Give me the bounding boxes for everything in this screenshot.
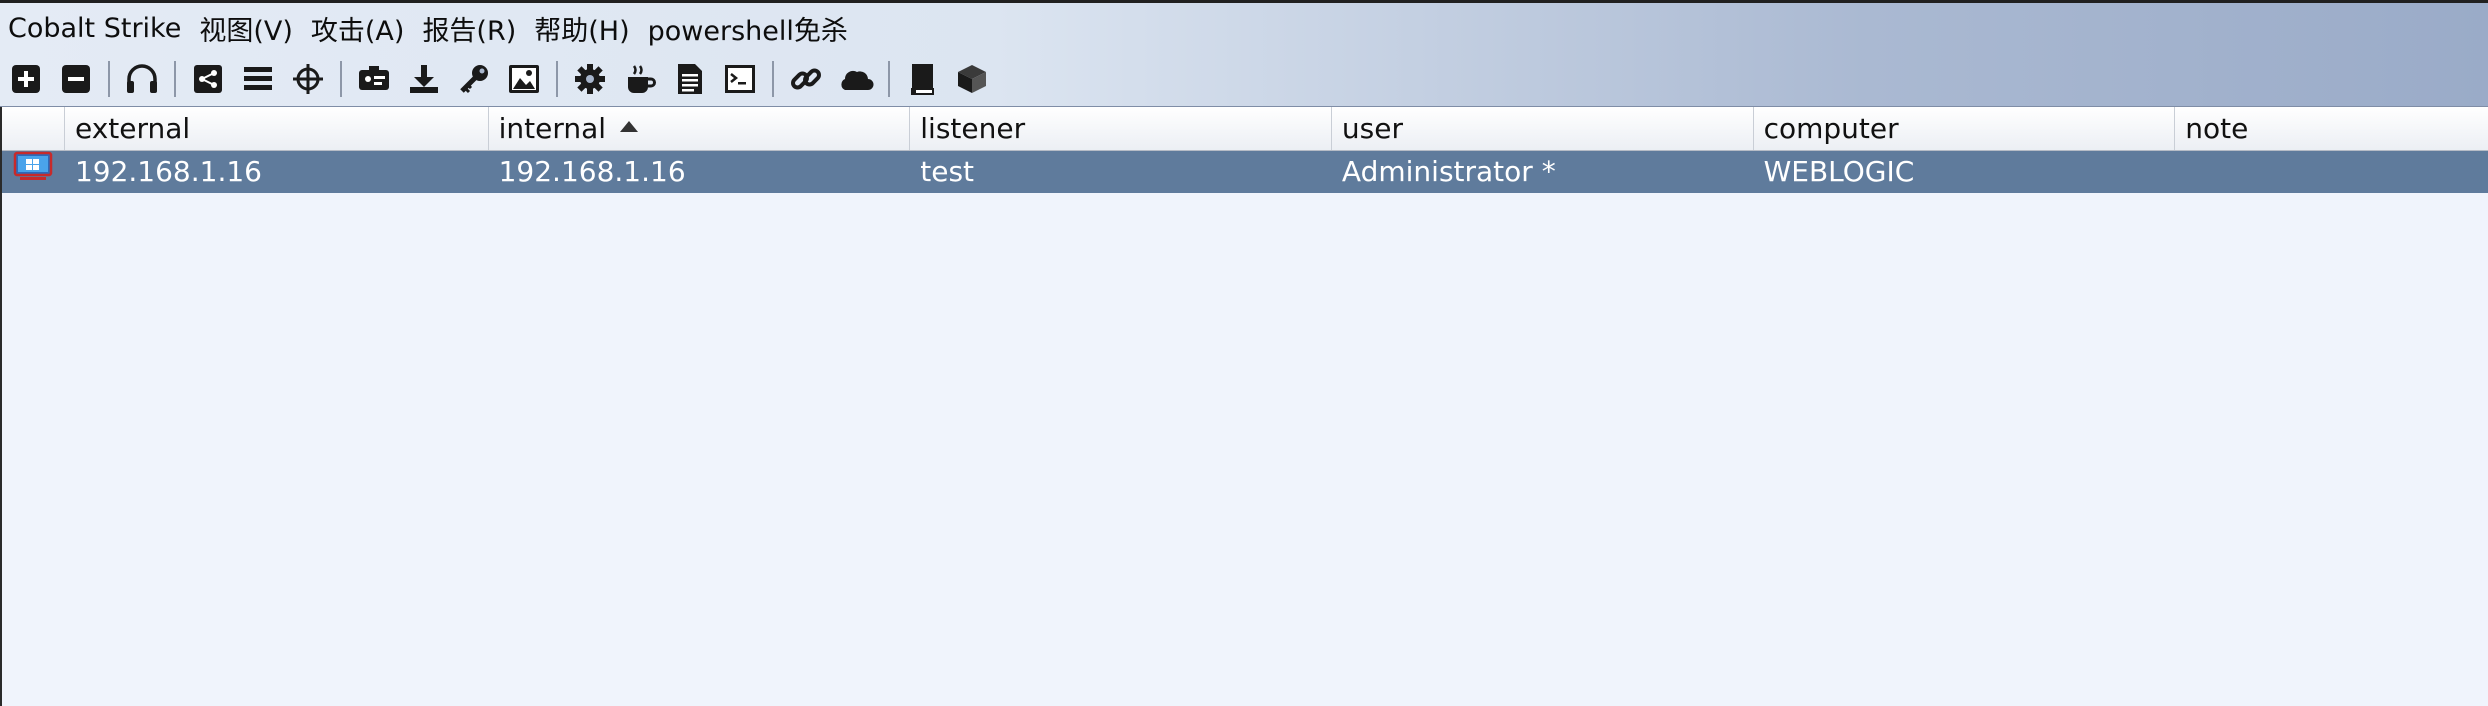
table-header: external internal listener user computer…	[2, 107, 2488, 151]
cell-internal: 192.168.1.16	[498, 155, 686, 188]
column-header-label: external	[74, 112, 191, 145]
add-icon[interactable]	[8, 61, 44, 97]
screenshot-icon[interactable]	[506, 61, 542, 97]
key-icon[interactable]	[456, 61, 492, 97]
cobalt-strike-window: Cobalt Strike 视图(V) 攻击(A) 报告(R) 帮助(H) po…	[0, 0, 2488, 706]
column-header-computer[interactable]: computer	[1754, 107, 2176, 150]
coffee-icon[interactable]	[622, 61, 658, 97]
column-header-label: computer	[1763, 112, 1899, 145]
session-icon-cell	[2, 151, 65, 193]
gear-icon[interactable]	[572, 61, 608, 97]
cell-user: Administrator *	[1341, 155, 1556, 188]
menu-view[interactable]: 视图(V)	[199, 9, 293, 48]
column-header-external[interactable]: external	[65, 107, 489, 150]
column-header-label: listener	[920, 112, 1026, 145]
menu-reporting[interactable]: 报告(R)	[422, 9, 516, 48]
download-icon[interactable]	[406, 61, 442, 97]
cube-icon[interactable]	[954, 61, 990, 97]
toolbar	[0, 53, 2488, 105]
column-header-icon[interactable]	[2, 107, 65, 150]
crosshair-icon[interactable]	[290, 61, 326, 97]
list-icon[interactable]	[240, 61, 276, 97]
toolbar-separator	[556, 61, 558, 97]
column-header-label: note	[2185, 112, 2249, 145]
column-header-note[interactable]: note	[2175, 107, 2488, 150]
column-header-label: user	[1341, 112, 1403, 145]
toolbar-separator	[174, 61, 176, 97]
cell-note	[2175, 151, 2488, 193]
menu-bar: Cobalt Strike 视图(V) 攻击(A) 报告(R) 帮助(H) po…	[0, 3, 2488, 53]
menu-attack[interactable]: 攻击(A)	[311, 9, 405, 48]
sessions-table: external internal listener user computer…	[0, 107, 2488, 706]
top-panel: Cobalt Strike 视图(V) 攻击(A) 报告(R) 帮助(H) po…	[0, 3, 2488, 107]
table-row[interactable]: 192.168.1.16 192.168.1.16 test Administr…	[2, 151, 2488, 193]
toolbar-separator	[108, 61, 110, 97]
column-header-label: internal	[498, 112, 607, 145]
windows-beacon-icon	[12, 151, 54, 193]
toolbar-separator	[772, 61, 774, 97]
remove-icon[interactable]	[58, 61, 94, 97]
menu-help[interactable]: 帮助(H)	[534, 9, 629, 48]
link-icon[interactable]	[788, 61, 824, 97]
column-header-internal[interactable]: internal	[489, 107, 911, 150]
cell-external: 192.168.1.16	[74, 155, 262, 188]
toolbar-separator	[888, 61, 890, 97]
document-icon[interactable]	[672, 61, 708, 97]
column-header-listener[interactable]: listener	[910, 107, 1332, 150]
credentials-icon[interactable]	[356, 61, 392, 97]
column-header-user[interactable]: user	[1332, 107, 1754, 150]
cell-listener: test	[920, 155, 975, 188]
cell-computer: WEBLOGIC	[1763, 155, 1915, 188]
sort-ascending-icon	[620, 121, 639, 132]
headphones-icon[interactable]	[124, 61, 160, 97]
pivot-graph-icon[interactable]	[190, 61, 226, 97]
menu-cobalt-strike[interactable]: Cobalt Strike	[8, 13, 181, 44]
toolbar-separator	[340, 61, 342, 97]
cloud-icon[interactable]	[838, 61, 874, 97]
book-icon[interactable]	[904, 61, 940, 97]
terminal-icon[interactable]	[722, 61, 758, 97]
menu-powershell[interactable]: powershell免杀	[648, 9, 848, 48]
